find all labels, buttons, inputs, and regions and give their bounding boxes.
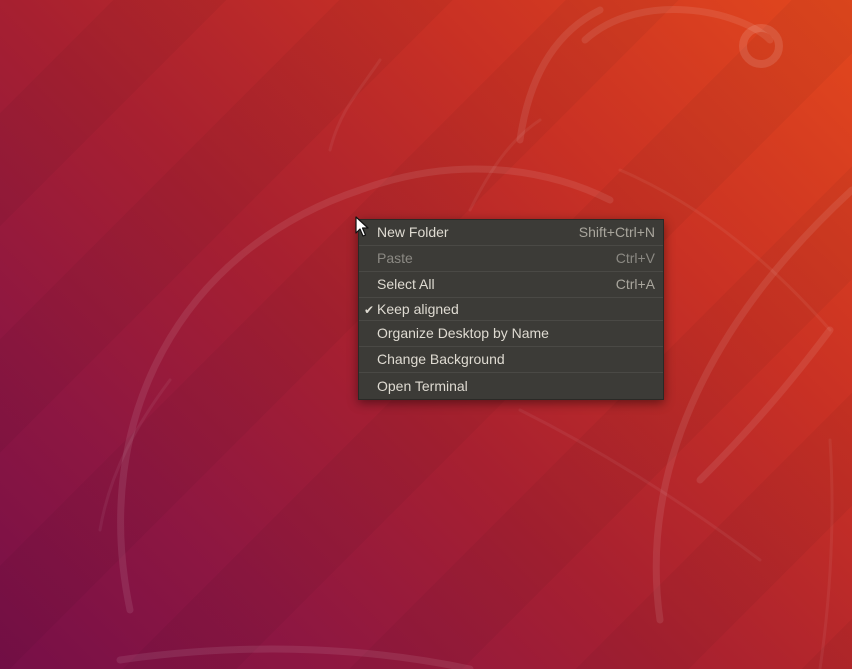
menu-item-change-background[interactable]: Change Background (359, 347, 663, 373)
menu-item-organize-by-name[interactable]: Organize Desktop by Name (359, 321, 663, 347)
checkmark-icon: ✔ (364, 303, 375, 317)
menu-item-shortcut: Ctrl+V (615, 250, 655, 266)
desktop-background[interactable]: New Folder Shift+Ctrl+N Paste Ctrl+V Sel… (0, 0, 852, 669)
menu-item-label: Paste (377, 250, 413, 266)
menu-item-label: Open Terminal (377, 377, 468, 394)
menu-item-shortcut: Ctrl+A (615, 276, 655, 292)
menu-item-label: Organize Desktop by Name (377, 325, 549, 341)
menu-item-paste[interactable]: Paste Ctrl+V (359, 246, 663, 272)
menu-item-label: Select All (377, 276, 435, 292)
menu-item-keep-aligned[interactable]: ✔ Keep aligned (359, 298, 663, 321)
menu-item-label: Keep aligned (377, 301, 459, 317)
menu-item-label: New Folder (377, 224, 449, 240)
menu-item-select-all[interactable]: Select All Ctrl+A (359, 272, 663, 298)
menu-item-new-folder[interactable]: New Folder Shift+Ctrl+N (359, 220, 663, 246)
menu-item-open-terminal[interactable]: Open Terminal (359, 373, 663, 399)
desktop-context-menu: New Folder Shift+Ctrl+N Paste Ctrl+V Sel… (358, 219, 664, 400)
menu-item-shortcut: Shift+Ctrl+N (578, 224, 655, 240)
mouse-pointer-icon (355, 216, 369, 237)
menu-item-label: Change Background (377, 351, 505, 367)
